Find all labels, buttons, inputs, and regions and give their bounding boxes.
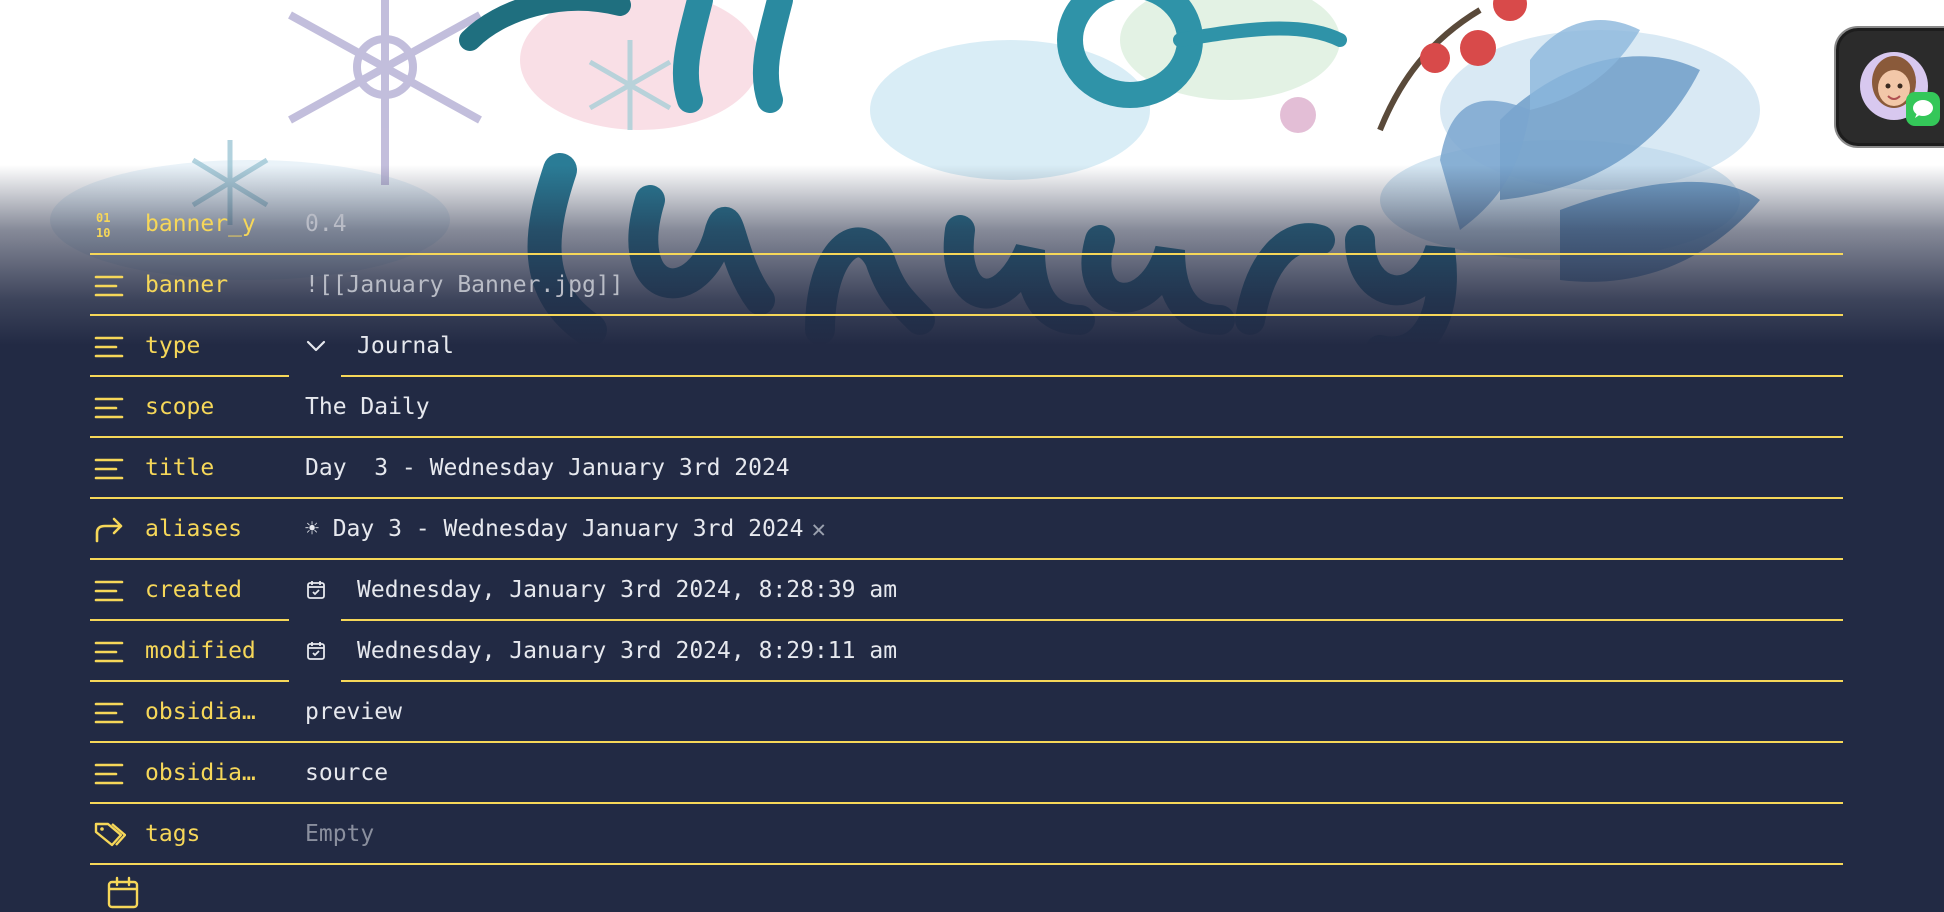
text-lines-icon <box>94 393 124 423</box>
divider <box>90 863 1843 865</box>
property-value[interactable]: preview <box>305 696 402 728</box>
chevron-down-icon[interactable] <box>304 334 328 358</box>
property-key[interactable]: type <box>145 330 275 362</box>
property-value[interactable]: ![[January Banner.jpg]] <box>305 269 624 301</box>
property-row[interactable]: title Day 3 - Wednesday January 3rd 2024 <box>90 438 1843 499</box>
property-value[interactable]: Day 3 - Wednesday January 3rd 2024 <box>305 452 790 484</box>
forward-arrow-icon <box>94 515 124 545</box>
svg-text:01: 01 <box>96 211 110 225</box>
property-key[interactable]: aliases <box>145 513 275 545</box>
property-value[interactable]: Wednesday, January 3rd 2024, 8:28:39 am <box>357 574 897 606</box>
property-key[interactable]: scope <box>145 391 275 423</box>
property-value[interactable]: 0.4 <box>305 208 347 240</box>
property-value[interactable]: Journal <box>357 330 454 362</box>
calendar-check-icon[interactable] <box>304 639 328 663</box>
property-key[interactable]: obsidia… <box>145 757 275 789</box>
text-lines-icon <box>94 271 124 301</box>
property-key[interactable]: banner <box>145 269 275 301</box>
tag-icon <box>94 820 126 850</box>
property-key[interactable]: banner_y <box>145 208 275 240</box>
property-row[interactable]: obsidia… source <box>90 743 1843 804</box>
property-value-placeholder[interactable]: Empty <box>305 818 374 850</box>
calendar-icon[interactable] <box>106 876 140 910</box>
text-lines-icon <box>94 576 124 606</box>
messages-icon <box>1906 92 1940 126</box>
property-row[interactable]: tags Empty <box>90 804 1843 865</box>
property-key[interactable]: tags <box>145 818 275 850</box>
property-value[interactable]: The Daily <box>305 391 430 423</box>
property-value[interactable]: source <box>305 757 388 789</box>
property-row[interactable]: modified Wednesday, January 3rd 2024, 8:… <box>90 621 1843 682</box>
note-page: 01 10 banner_y 0.4 banner ![[January Ban… <box>0 0 1944 912</box>
property-row[interactable]: created Wednesday, January 3rd 2024, 8:2… <box>90 560 1843 621</box>
calendar-check-icon[interactable] <box>304 578 328 602</box>
property-value[interactable]: Wednesday, January 3rd 2024, 8:29:11 am <box>357 635 897 667</box>
text-lines-icon <box>94 454 124 484</box>
avatar-widget[interactable] <box>1834 26 1944 148</box>
property-row[interactable]: aliases ☀ Day 3 - Wednesday January 3rd … <box>90 499 1843 560</box>
property-row[interactable]: obsidia… preview <box>90 682 1843 743</box>
alias-pill[interactable]: ☀ Day 3 - Wednesday January 3rd 2024 ✕ <box>305 513 826 545</box>
text-lines-icon <box>94 637 124 667</box>
remove-alias-button[interactable]: ✕ <box>812 513 826 545</box>
property-key[interactable]: title <box>145 452 275 484</box>
property-row[interactable]: scope The Daily <box>90 377 1843 438</box>
text-lines-icon <box>94 698 124 728</box>
property-row[interactable]: 01 10 banner_y 0.4 <box>90 194 1843 255</box>
property-key[interactable]: obsidia… <box>145 696 275 728</box>
text-lines-icon <box>94 332 124 362</box>
property-key[interactable]: modified <box>145 635 275 667</box>
number-icon: 01 10 <box>94 210 124 240</box>
property-key[interactable]: created <box>145 574 275 606</box>
text-lines-icon <box>94 759 124 789</box>
property-row[interactable]: type Journal <box>90 316 1843 377</box>
alias-text: ☀ Day 3 - Wednesday January 3rd 2024 <box>305 516 804 542</box>
property-row[interactable]: banner ![[January Banner.jpg]] <box>90 255 1843 316</box>
svg-text:10: 10 <box>96 226 110 240</box>
properties-list: 01 10 banner_y 0.4 banner ![[January Ban… <box>90 194 1843 865</box>
